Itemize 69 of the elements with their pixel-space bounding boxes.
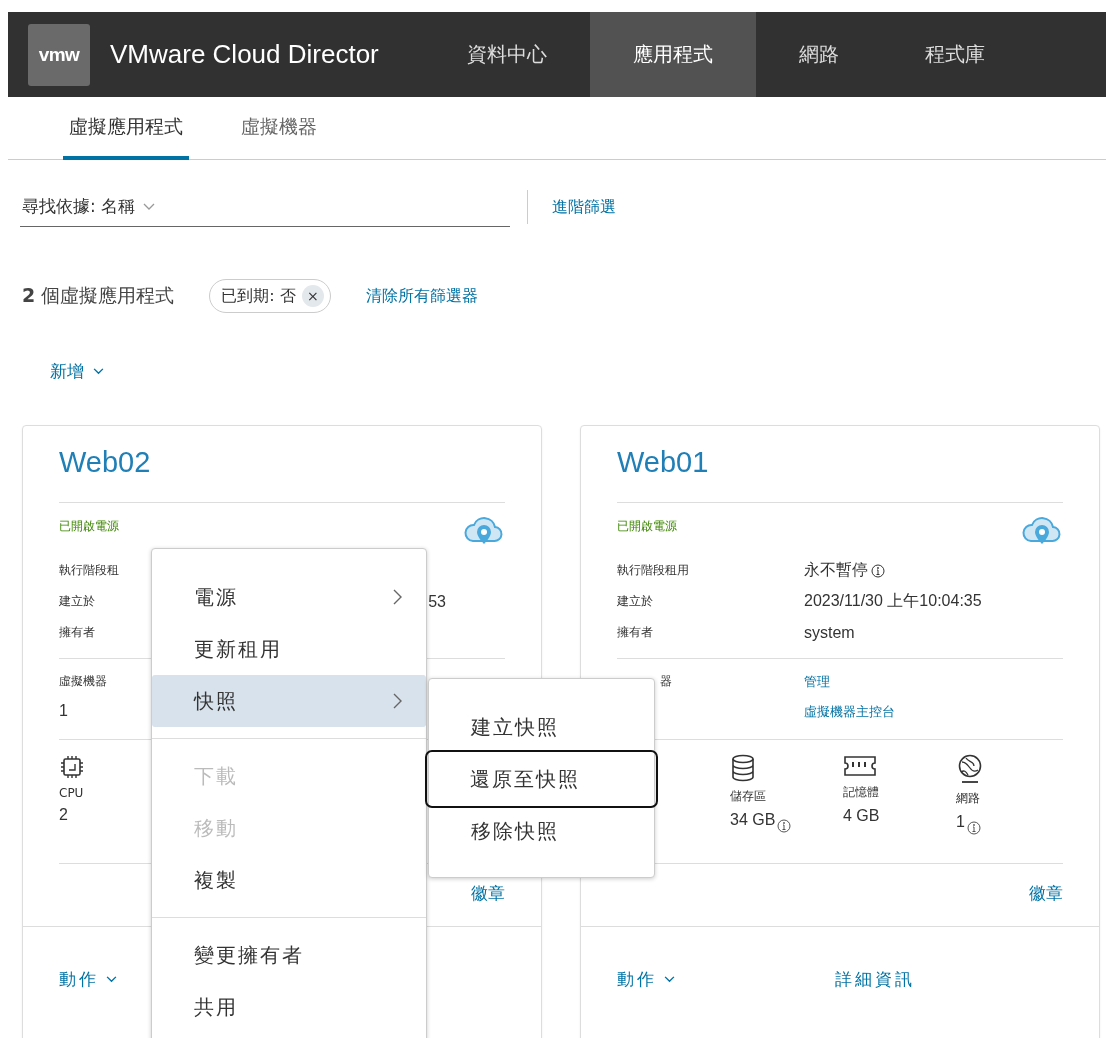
app-title: VMware Cloud Director (110, 39, 379, 70)
power-status: 已開啟電源 (617, 518, 677, 535)
actions-button[interactable]: 動作 (617, 968, 675, 991)
metric-label: CPU (59, 786, 84, 800)
info-icon[interactable] (871, 563, 885, 578)
power-status: 已開啟電源 (59, 518, 119, 535)
chevron-down-icon (93, 367, 104, 375)
field-label: 擁有者 (59, 624, 95, 641)
vapp-title[interactable]: Web02 (59, 446, 505, 502)
badges-link[interactable]: 徽章 (1029, 882, 1063, 926)
nav-tab[interactable]: 程式庫 (881, 12, 1028, 97)
nav-tab[interactable]: 網路 (755, 12, 882, 97)
cpu-icon (59, 754, 85, 780)
vm-link[interactable]: 管理 (804, 673, 895, 691)
menu-item[interactable]: 變更擁有者 (152, 929, 426, 981)
menu-item[interactable]: 移除快照 (429, 805, 654, 857)
result-count: 2 個虛擬應用程式 (22, 283, 175, 308)
database-icon (730, 754, 756, 782)
field-label: 執行階段租用 (617, 562, 689, 579)
menu-item[interactable]: 還原至快照 (425, 750, 658, 808)
field-label: 擁有者 (617, 624, 653, 641)
details-link[interactable]: 詳細資訊 (835, 968, 915, 991)
actions-button[interactable]: 動作 (59, 968, 117, 991)
nav-tab[interactable]: 應用程式 (589, 12, 756, 97)
chevron-right-icon (393, 693, 402, 709)
filter-chip-label: 已到期: 否 (221, 285, 296, 307)
menu-item[interactable]: 更新租用 (152, 623, 426, 675)
menu-item[interactable]: 建立快照 (429, 701, 654, 753)
field-label: 建立於 (617, 593, 653, 610)
field-label: 執行階段租 (59, 562, 119, 579)
logo: vmw (28, 23, 90, 86)
memory-icon (843, 754, 877, 778)
chevron-down-icon (664, 976, 675, 983)
vm-link[interactable]: 虛擬機器主控台 (804, 703, 895, 721)
chevron-right-icon (393, 589, 402, 605)
menu-item[interactable]: 快照 (152, 675, 426, 727)
metric-value: 1 (956, 813, 965, 831)
metric-value: 4 GB (843, 807, 880, 825)
field-value: system (804, 623, 855, 642)
vm-count: 1 (59, 702, 69, 720)
field-value: 永不暫停 (804, 560, 868, 580)
metric-value: 2 (59, 806, 68, 824)
field-value: 53 (428, 592, 446, 611)
vapp-title[interactable]: Web01 (617, 446, 1063, 502)
globe-icon (956, 754, 984, 784)
sub-tab[interactable]: 虛擬應用程式 (63, 97, 189, 160)
sub-tab[interactable]: 虛擬機器 (235, 97, 323, 160)
metric-label: 儲存區 (730, 788, 766, 805)
menu-item[interactable]: 複製 (152, 854, 426, 906)
search-by-dropdown[interactable]: 尋找依據: 名稱 (20, 187, 510, 227)
metric-label: 網路 (956, 790, 980, 807)
remove-filter-button[interactable]: × (301, 285, 324, 307)
add-button[interactable]: 新增 (50, 359, 104, 383)
chevron-down-icon (106, 976, 117, 983)
field-label: 建立於 (59, 593, 95, 610)
info-icon[interactable] (966, 821, 981, 835)
badges-link[interactable]: 徽章 (471, 882, 505, 926)
field-value: 2023/11/30 上午10:04:35 (804, 591, 982, 611)
clear-filters-link[interactable]: 清除所有篩選器 (365, 285, 478, 307)
field-label: 虛擬機器 (59, 673, 107, 690)
metric-value: 34 GB (730, 811, 776, 829)
chevron-down-icon (143, 202, 156, 211)
menu-item[interactable]: 電源 (152, 571, 426, 623)
metric-label: 記憶體 (843, 784, 879, 801)
nav-tab[interactable]: 資料中心 (423, 12, 590, 97)
advanced-filter-link[interactable]: 進階篩選 (552, 196, 616, 218)
field-label: 器 (660, 673, 672, 690)
info-icon[interactable] (777, 819, 792, 833)
menu-item[interactable]: 共用 (152, 981, 426, 1033)
